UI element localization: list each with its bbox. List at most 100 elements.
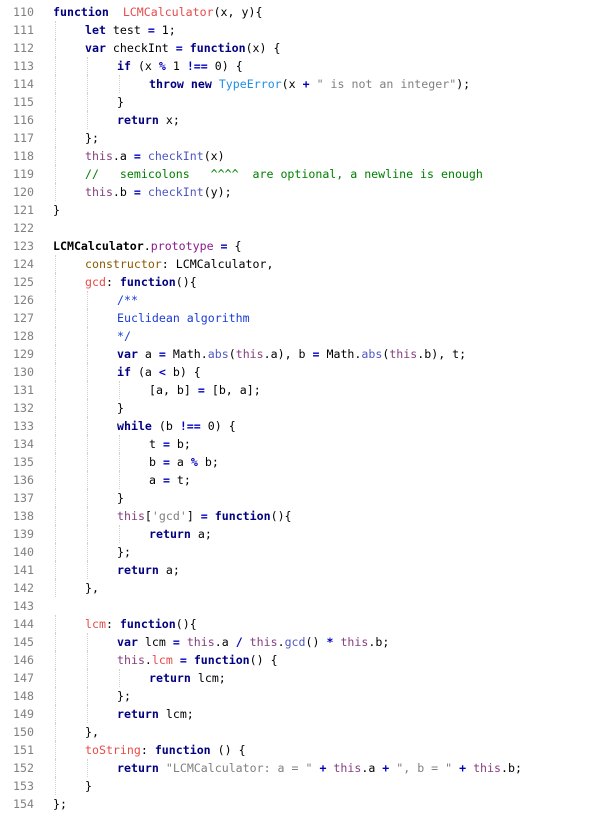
code-text: : <box>140 743 155 757</box>
code-line[interactable]: 137} <box>0 489 593 507</box>
code-line[interactable]: 129 var a = Math.abs(this.a), b = Math.ab… <box>0 345 593 363</box>
code-line[interactable]: 122 <box>0 219 593 237</box>
code-text: ( <box>228 347 236 361</box>
code-line[interactable]: 127 Euclidean algorithm <box>0 309 593 327</box>
code-line[interactable]: 133 while (b !== 0) { <box>0 417 593 435</box>
code-line[interactable]: 116 return x; <box>0 111 593 129</box>
indent-guide <box>87 111 88 129</box>
operator: < <box>158 365 166 379</box>
code-text: test <box>105 23 148 37</box>
code-line[interactable]: 117}; <box>0 129 593 147</box>
code-line[interactable]: 132} <box>0 399 593 417</box>
code-content: var checkInt = function(x) { <box>85 39 280 57</box>
indent-guide <box>55 327 56 345</box>
code-text: (){ <box>270 509 292 523</box>
code-line[interactable]: 148}; <box>0 687 593 705</box>
line-number: 143 <box>13 599 34 613</box>
code-line[interactable]: 144 lcm: function(){ <box>0 615 593 633</box>
code-line[interactable]: 149 return lcm; <box>0 705 593 723</box>
code-line[interactable]: 138 this['gcd'] = function(){ <box>0 507 593 525</box>
code-line[interactable]: 110 function LCMCalculator(x, y){ <box>0 3 593 21</box>
code-line[interactable]: 136 a = t; <box>0 471 593 489</box>
indent-guide <box>55 147 56 165</box>
code-content: t = b; <box>149 435 191 453</box>
code-line[interactable]: 147 return lcm; <box>0 669 593 687</box>
code-line[interactable]: 126 /** <box>0 291 593 309</box>
operator: = <box>200 509 208 523</box>
comment: // semicolons ^^^^ are optional, a newli… <box>85 167 483 181</box>
code-content: return x; <box>117 111 180 129</box>
indent-guide <box>55 723 56 741</box>
code-line[interactable]: 135 b = a % b; <box>0 453 593 471</box>
code-line[interactable]: 145 var lcm = this.a / this.gcd() * this.… <box>0 633 593 651</box>
code-line[interactable]: 121} <box>0 201 593 219</box>
code-text: .b), t; <box>417 347 467 361</box>
code-text: () { <box>210 743 246 757</box>
operator: / <box>235 635 243 649</box>
code-line[interactable]: 111 let test = 1; <box>0 21 593 39</box>
code-line[interactable]: 112 var checkInt = function(x) { <box>0 39 593 57</box>
code-line[interactable]: 119 // semicolons ^^^^ are optional, a ne… <box>0 165 593 183</box>
indent-guide <box>55 633 56 651</box>
code-editor[interactable]: 110 function LCMCalculator(x, y){111 let t… <box>0 0 593 813</box>
code-text: 1; <box>154 23 176 37</box>
code-text: Math. <box>319 347 362 361</box>
indent-guide <box>87 93 88 111</box>
code-line[interactable]: 152 return "LCMCalculator: a = " + this.a… <box>0 759 593 777</box>
code-content: if (x % 1 !== 0) { <box>117 57 243 75</box>
code-line[interactable]: 130 if (a < b) { <box>0 363 593 381</box>
code-line[interactable]: 139 return a; <box>0 525 593 543</box>
code-text: 0) { <box>200 419 236 433</box>
code-line[interactable]: 124 constructor: LCMCalculator, <box>0 255 593 273</box>
code-text: 0) { <box>207 59 243 73</box>
operator: = <box>312 347 320 361</box>
line-number: 134 <box>13 437 34 451</box>
indent-guide <box>119 471 120 489</box>
operator: + <box>302 77 310 91</box>
code-line[interactable]: 128 */ <box>0 327 593 345</box>
code-text: () { <box>249 653 278 667</box>
code-line[interactable]: 141 return a; <box>0 561 593 579</box>
keyword: return <box>117 761 159 775</box>
code-line[interactable]: 153} <box>0 777 593 795</box>
code-line[interactable]: 114 throw new TypeError(x + " is not an i… <box>0 75 593 93</box>
code-content: while (b !== 0) { <box>117 417 236 435</box>
code-content: }, <box>85 579 99 597</box>
code-content: }; <box>53 795 67 813</box>
operator: = <box>220 239 228 253</box>
indent-guide <box>87 345 88 363</box>
code-content: } <box>117 399 124 417</box>
code-line[interactable]: 151 toString: function () { <box>0 741 593 759</box>
code-line[interactable]: 150}, <box>0 723 593 741</box>
code-line[interactable]: 120 this.b = checkInt(y); <box>0 183 593 201</box>
indent-guide <box>55 399 56 417</box>
code-text: } <box>53 203 60 217</box>
code-line[interactable]: 113 if (x % 1 !== 0) { <box>0 57 593 75</box>
code-line[interactable]: 125 gcd: function(){ <box>0 273 593 291</box>
code-text: lcm; <box>158 707 194 721</box>
operator: = <box>133 185 141 199</box>
indent-guide <box>55 255 56 273</box>
code-line[interactable]: 146 this.lcm = function() { <box>0 651 593 669</box>
indent-guide <box>55 669 56 687</box>
code-line[interactable]: 115} <box>0 93 593 111</box>
code-line[interactable]: 142}, <box>0 579 593 597</box>
code-line[interactable]: 123 LCMCalculator.prototype = { <box>0 237 593 255</box>
code-line[interactable]: 154}; <box>0 795 593 813</box>
code-line[interactable]: 131 [a, b] = [b, a]; <box>0 381 593 399</box>
line-number: 154 <box>13 797 34 811</box>
code-line[interactable]: 134 t = b; <box>0 435 593 453</box>
class-name: TypeError <box>218 77 282 91</box>
line-number: 147 <box>13 671 34 685</box>
code-text: (x) { <box>245 41 281 55</box>
code-line[interactable]: 140}; <box>0 543 593 561</box>
line-number: 113 <box>13 59 34 73</box>
code-line[interactable]: 143 <box>0 597 593 615</box>
code-line[interactable]: 118 this.a = checkInt(x) <box>0 147 593 165</box>
code-content: return a; <box>149 525 212 543</box>
indent-guide <box>87 489 88 507</box>
property-name: constructor <box>85 257 162 271</box>
code-text: : <box>105 617 120 631</box>
